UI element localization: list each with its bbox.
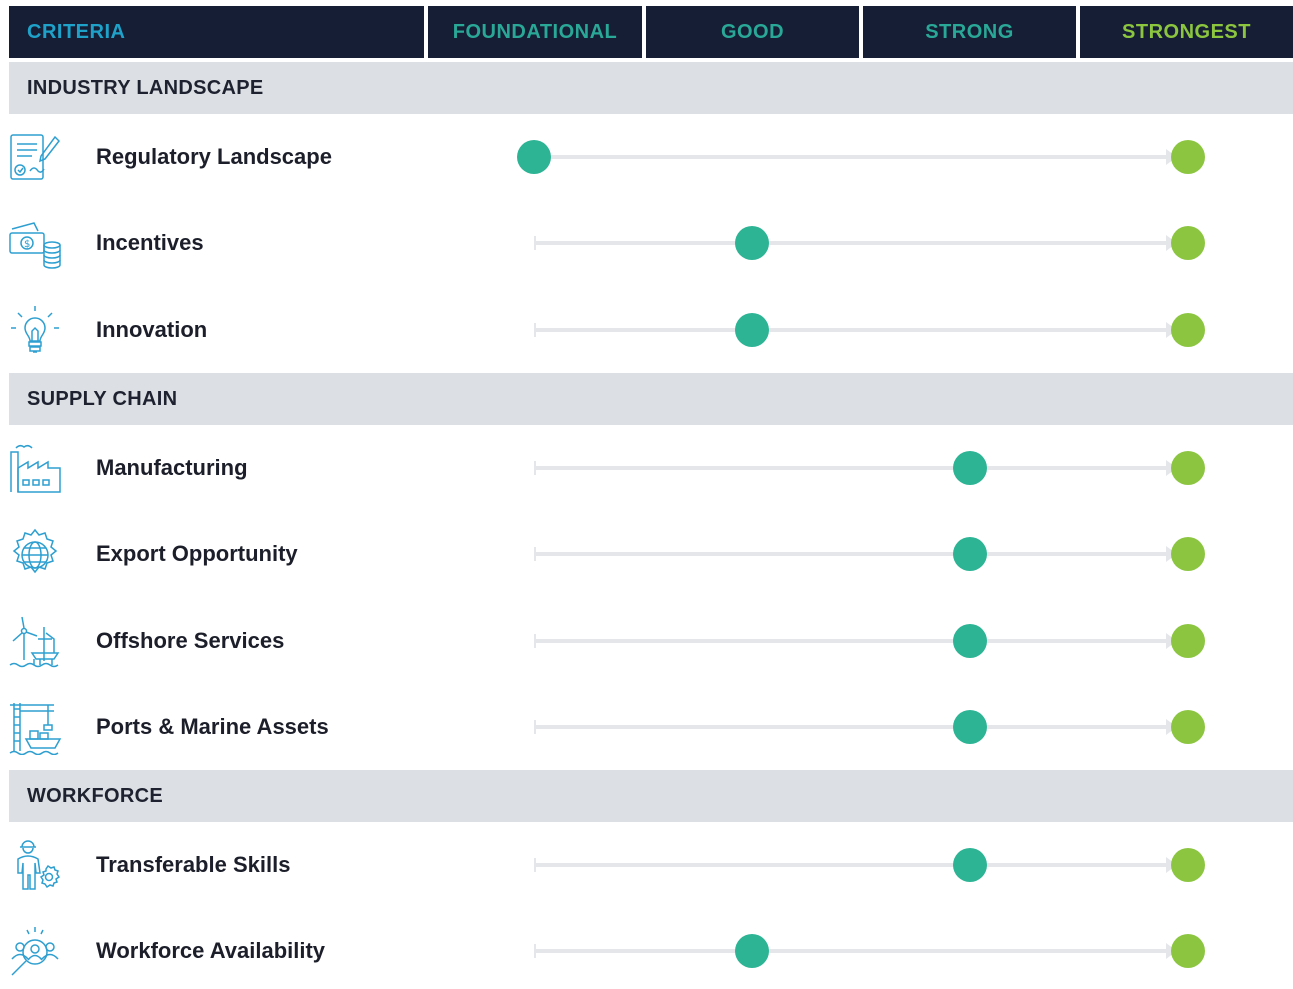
row-label: Transferable Skills bbox=[96, 852, 291, 877]
section-title: WORKFORCE bbox=[27, 784, 164, 807]
current-rating-dot bbox=[517, 140, 551, 174]
wind-turbine-icon bbox=[9, 616, 60, 668]
row-label: Incentives bbox=[96, 230, 204, 255]
target-rating-dot bbox=[1171, 226, 1205, 260]
header-good: GOOD bbox=[646, 6, 859, 58]
rating-track bbox=[534, 328, 1172, 332]
target-rating-dot bbox=[1171, 451, 1205, 485]
row-label: Regulatory Landscape bbox=[96, 144, 332, 169]
target-rating-dot bbox=[1171, 710, 1205, 744]
criteria-row: Regulatory Landscape bbox=[0, 114, 1293, 200]
criteria-row: Export Opportunity bbox=[0, 511, 1293, 597]
globe-gear-icon bbox=[12, 528, 58, 574]
criteria-row: Offshore Services bbox=[0, 598, 1293, 684]
current-rating-dot bbox=[953, 451, 987, 485]
criteria-row: $ Incentives bbox=[0, 200, 1293, 286]
rating-track bbox=[534, 466, 1172, 470]
lightbulb-icon bbox=[11, 306, 59, 353]
current-rating-dot bbox=[953, 537, 987, 571]
header-strongest: STRONGEST bbox=[1080, 6, 1293, 58]
rating-track bbox=[534, 241, 1172, 245]
port-crane-ship-icon bbox=[9, 703, 62, 755]
track-start-cap bbox=[534, 720, 536, 734]
track-start-cap bbox=[534, 461, 536, 475]
criteria-row: Innovation bbox=[0, 287, 1293, 373]
rating-track bbox=[534, 863, 1172, 867]
section-industry-landscape: INDUSTRY LANDSCAPE bbox=[9, 62, 1293, 114]
row-label: Workforce Availability bbox=[96, 938, 326, 963]
target-rating-dot bbox=[1171, 313, 1205, 347]
header-criteria-label: CRITERIA bbox=[27, 20, 126, 43]
current-rating-dot bbox=[953, 624, 987, 658]
target-rating-dot bbox=[1171, 537, 1205, 571]
section-title: SUPPLY CHAIN bbox=[27, 387, 178, 410]
rating-track bbox=[534, 639, 1172, 643]
current-rating-dot bbox=[735, 226, 769, 260]
target-rating-dot bbox=[1171, 140, 1205, 174]
row-label: Manufacturing bbox=[96, 455, 248, 480]
current-rating-dot bbox=[735, 313, 769, 347]
row-label: Innovation bbox=[96, 317, 208, 342]
track-start-cap bbox=[534, 547, 536, 561]
current-rating-dot bbox=[953, 848, 987, 882]
rating-track bbox=[534, 552, 1172, 556]
rating-track bbox=[534, 155, 1172, 159]
section-supply-chain: SUPPLY CHAIN bbox=[9, 373, 1293, 425]
worker-gear-icon bbox=[17, 840, 61, 890]
current-rating-dot bbox=[735, 934, 769, 968]
rating-track bbox=[534, 949, 1172, 953]
track-start-cap bbox=[534, 323, 536, 337]
criteria-row: Workforce Availability bbox=[0, 908, 1293, 989]
track-start-cap bbox=[534, 944, 536, 958]
header-strong-label: STRONG bbox=[925, 20, 1014, 43]
header-foundational: FOUNDATIONAL bbox=[428, 6, 642, 58]
header-good-label: GOOD bbox=[720, 20, 785, 43]
section-title: INDUSTRY LANDSCAPE bbox=[27, 76, 264, 99]
section-workforce: WORKFORCE bbox=[9, 770, 1293, 822]
target-rating-dot bbox=[1171, 848, 1205, 882]
track-start-cap bbox=[534, 634, 536, 648]
row-label: Offshore Services bbox=[96, 628, 285, 653]
header-strong: STRONG bbox=[863, 6, 1076, 58]
factory-icon bbox=[10, 444, 61, 493]
header-foundational-label: FOUNDATIONAL bbox=[452, 20, 618, 43]
target-rating-dot bbox=[1171, 934, 1205, 968]
criteria-row: Manufacturing bbox=[0, 425, 1293, 511]
document-pen-icon bbox=[10, 134, 60, 180]
track-start-cap bbox=[534, 236, 536, 250]
current-rating-dot bbox=[953, 710, 987, 744]
svg-text:$: $ bbox=[24, 239, 30, 250]
rating-track bbox=[534, 725, 1172, 729]
target-rating-dot bbox=[1171, 624, 1205, 658]
person-search-icon bbox=[11, 927, 59, 976]
criteria-row: Transferable Skills bbox=[0, 822, 1293, 908]
row-label: Ports & Marine Assets bbox=[96, 714, 329, 739]
header-strongest-label: STRONGEST bbox=[1122, 20, 1251, 43]
header-criteria: CRITERIA bbox=[9, 6, 424, 58]
criteria-row: Ports & Marine Assets bbox=[0, 684, 1293, 770]
track-start-cap bbox=[534, 858, 536, 872]
row-label: Export Opportunity bbox=[96, 541, 298, 566]
money-coins-icon: $ bbox=[9, 222, 61, 269]
